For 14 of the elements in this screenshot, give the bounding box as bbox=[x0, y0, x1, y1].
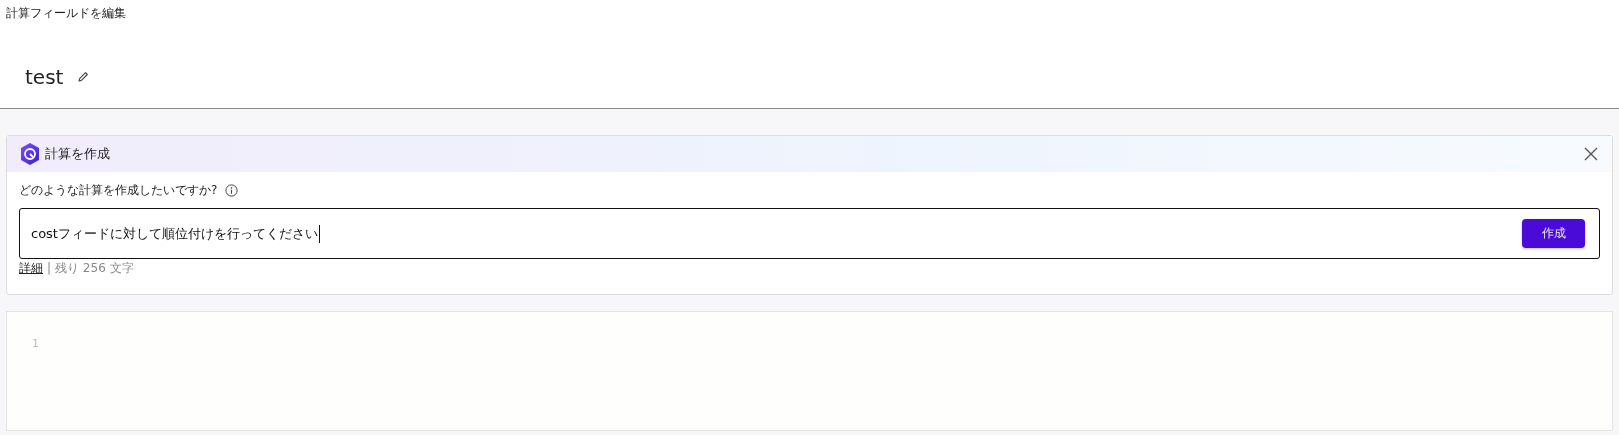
question-label: どのような計算を作成したいですか? bbox=[19, 182, 218, 198]
info-icon[interactable] bbox=[225, 183, 239, 197]
separator: | bbox=[47, 260, 52, 276]
pencil-icon[interactable] bbox=[77, 71, 90, 83]
details-link[interactable]: 詳細 bbox=[19, 260, 43, 276]
create-button[interactable]: 作成 bbox=[1522, 219, 1585, 248]
panel-title: 計算を作成 bbox=[45, 145, 110, 163]
character-count: 残り 256 文字 bbox=[55, 260, 134, 276]
prompt-field[interactable]: costフィードに対して順位付けを行ってください 作成 bbox=[19, 208, 1600, 259]
hexagon-logo-icon bbox=[19, 142, 41, 166]
page-title: 計算フィールドを編集 bbox=[6, 5, 127, 21]
close-icon[interactable] bbox=[1584, 147, 1598, 161]
field-name: test bbox=[25, 65, 64, 89]
line-number: 1 bbox=[32, 337, 40, 350]
